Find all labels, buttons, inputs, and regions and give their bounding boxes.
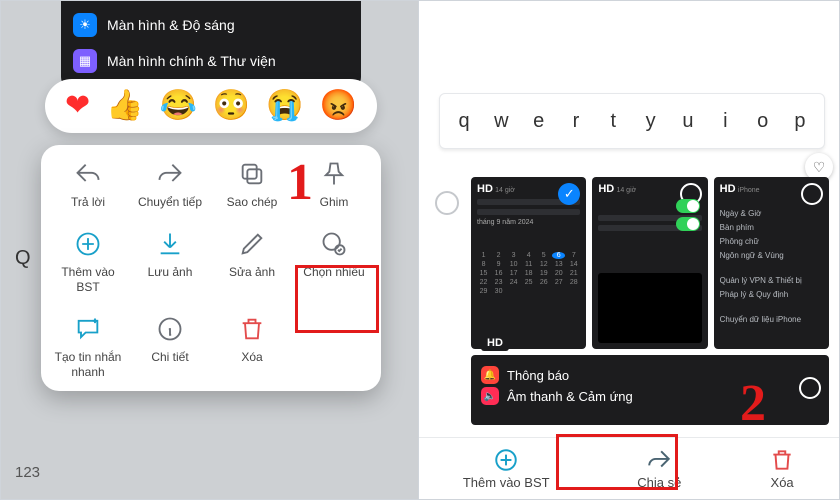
reply-icon <box>73 159 103 189</box>
kb-key[interactable]: p <box>784 99 816 143</box>
toggle-icon <box>676 217 700 231</box>
chat-plus-icon <box>73 314 103 344</box>
annotation-number-1: 1 <box>287 153 313 212</box>
settings-row-home[interactable]: ▦ Màn hình chính & Thư viện <box>69 43 353 79</box>
menu-delete[interactable]: Xóa <box>211 314 293 379</box>
kb-key[interactable]: t <box>597 99 629 143</box>
hd-badge: HD <box>720 183 736 195</box>
kb-key[interactable]: i <box>709 99 741 143</box>
add-circle-icon <box>73 229 103 259</box>
trash-icon <box>237 314 267 344</box>
menu-forward[interactable]: Chuyển tiếp <box>129 159 211 209</box>
kb-key[interactable]: w <box>485 99 517 143</box>
forward-icon <box>155 159 185 189</box>
kb-key[interactable]: y <box>635 99 667 143</box>
reaction-cry[interactable]: 😭 <box>266 91 303 121</box>
copy-icon <box>237 159 267 189</box>
thumbnail-item[interactable]: HD iPhone Ngày & Giờ Bàn phím Phông chữ … <box>714 177 829 349</box>
left-screenshot: ☀ Màn hình & Độ sáng ▦ Màn hình chính & … <box>1 1 419 499</box>
reaction-angry[interactable]: 😡 <box>320 91 357 121</box>
kb-key[interactable]: e <box>523 99 555 143</box>
share-icon <box>646 447 672 473</box>
download-icon <box>155 229 185 259</box>
menu-quick-message[interactable]: Tạo tin nhắn nhanh <box>47 314 129 379</box>
action-add-bst[interactable]: Thêm vào BST <box>447 443 566 494</box>
thumbnail-item-wide[interactable]: HD 🔔 Thông báo 🔈 Âm thanh & Cảm ứng <box>471 355 829 425</box>
keyboard-row: q w e r t y u i o p <box>439 93 825 149</box>
right-screenshot: q w e r t y u i o p ♡ HD 14 giờ ✓ tháng … <box>419 1 839 499</box>
menu-save-image[interactable]: Lưu ảnh <box>129 229 211 294</box>
brightness-icon: ☀ <box>73 13 97 37</box>
reaction-heart[interactable]: ❤ <box>65 91 90 121</box>
kb-key[interactable]: r <box>560 99 592 143</box>
action-bar: Thêm vào BST Chia sẻ Xóa <box>419 437 839 499</box>
settings-card: ☀ Màn hình & Độ sáng ▦ Màn hình chính & … <box>61 1 361 89</box>
selection-circle[interactable] <box>799 377 821 399</box>
menu-add-bst[interactable]: Thêm vào BST <box>47 229 129 294</box>
sound-icon: 🔈 <box>481 387 499 405</box>
menu-copy[interactable]: Sao chép <box>211 159 293 209</box>
thumbnail-item[interactable]: HD 14 giờ <box>592 177 707 349</box>
home-icon: ▦ <box>73 49 97 73</box>
menu-detail[interactable]: Chi tiết <box>129 314 211 379</box>
hd-badge: HD <box>598 183 614 195</box>
bell-icon: 🔔 <box>481 366 499 384</box>
annotation-number-2: 2 <box>740 374 766 433</box>
menu-multi-select[interactable]: Chọn nhiều <box>293 229 375 294</box>
menu-reply[interactable]: Trả lời <box>47 159 129 209</box>
selection-radio-empty[interactable] <box>435 191 459 215</box>
toggle-icon <box>676 199 700 213</box>
context-menu: Trả lời Chuyển tiếp Sao chép Ghim Thêm v… <box>41 145 381 391</box>
settings-row-display[interactable]: ☀ Màn hình & Độ sáng <box>69 7 353 43</box>
kb-key[interactable]: o <box>747 99 779 143</box>
menu-edit-image[interactable]: Sửa ảnh <box>211 229 293 294</box>
hd-badge: HD <box>477 183 493 195</box>
settings-row-label: Màn hình chính & Thư viện <box>107 53 276 69</box>
thumbnail-item[interactable]: HD 14 giờ ✓ tháng 9 năm 2024 1234567 891… <box>471 177 586 349</box>
thumbnail-row: HD 14 giờ ✓ tháng 9 năm 2024 1234567 891… <box>471 177 829 349</box>
reaction-laugh[interactable]: 😂 <box>160 91 197 121</box>
reaction-bar: ❤ 👍 😂 😳 😭 😡 <box>45 79 377 133</box>
info-icon <box>155 314 185 344</box>
calendar-grid: 1234567 891011121314 15161718192021 2223… <box>477 252 580 295</box>
keyboard-123-key: 123 <box>15 464 40 481</box>
action-delete[interactable]: Xóa <box>753 443 811 494</box>
selection-circle[interactable] <box>801 183 823 205</box>
kb-key[interactable]: q <box>448 99 480 143</box>
pencil-icon <box>237 229 267 259</box>
action-share[interactable]: Chia sẻ <box>621 443 697 494</box>
reaction-thumbsup[interactable]: 👍 <box>106 91 143 121</box>
pin-icon <box>319 159 349 189</box>
keyboard-key-q: Q <box>15 247 31 270</box>
reaction-surprised[interactable]: 😳 <box>213 91 250 121</box>
settings-row-label: Màn hình & Độ sáng <box>107 17 235 33</box>
hd-badge: HD <box>481 335 509 351</box>
multi-select-icon <box>319 229 349 259</box>
kb-key[interactable]: u <box>672 99 704 143</box>
trash-icon <box>769 447 795 473</box>
add-circle-icon <box>493 447 519 473</box>
